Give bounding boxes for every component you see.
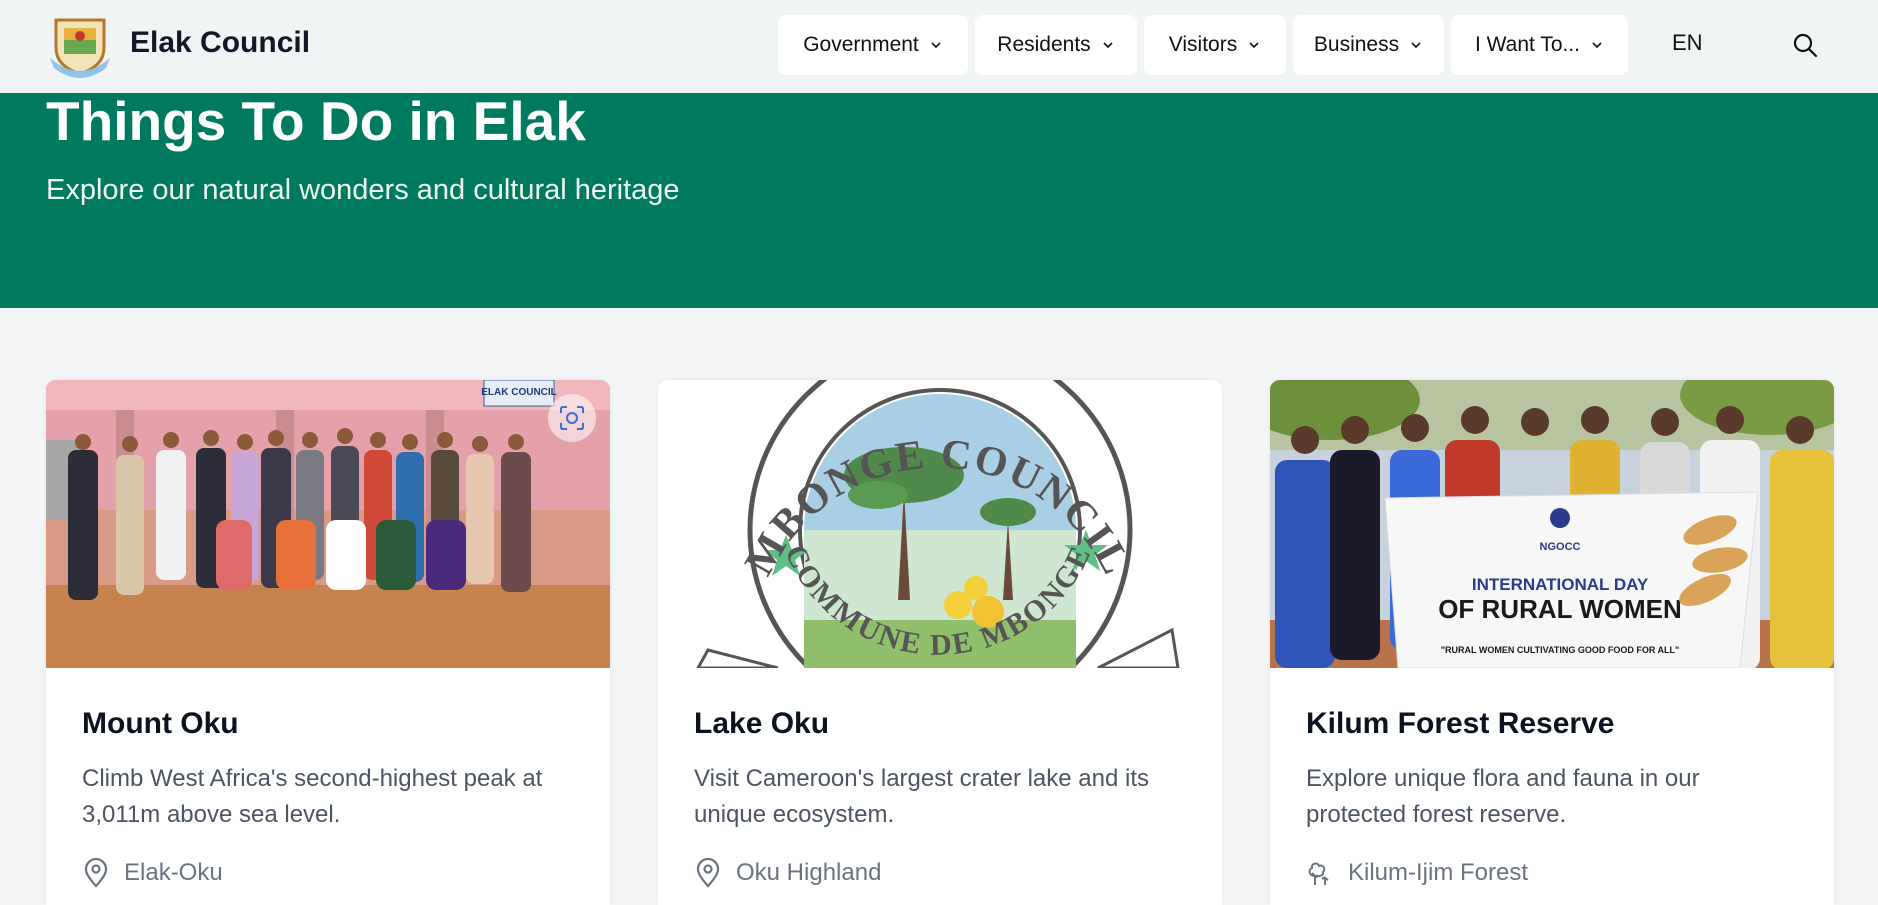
chevron-down-icon (1249, 42, 1259, 49)
brand-name[interactable]: Elak Council (130, 26, 310, 60)
search-icon[interactable] (1792, 32, 1818, 58)
card-location-label: Oku Highland (736, 859, 882, 886)
nav-residents[interactable]: Residents (975, 15, 1137, 75)
banner-line1-text: INTERNATIONAL DAY (1472, 575, 1649, 594)
rural-women-photo-image: NGOCC INTERNATIONAL DAY OF RURAL WOMEN "… (1270, 380, 1834, 668)
nav-government[interactable]: Government (778, 15, 968, 75)
council-seal-image: MBONGE COUNCIL COMMUNE DE MBONGE (658, 380, 1222, 668)
nav-i-want-to[interactable]: I Want To... (1451, 15, 1628, 75)
card-location: Elak-Oku (82, 858, 223, 888)
chevron-down-icon (931, 42, 941, 49)
chevron-down-icon (1592, 42, 1602, 49)
attraction-card-kilum-forest[interactable]: NGOCC INTERNATIONAL DAY OF RURAL WOMEN "… (1270, 380, 1834, 905)
chevron-down-icon (1103, 42, 1113, 49)
group-photo-image: ELAK COUNCIL (46, 380, 610, 668)
page-subtitle: Explore our natural wonders and cultural… (46, 174, 680, 206)
nav-residents-label: Residents (997, 33, 1091, 56)
nav-business[interactable]: Business (1293, 15, 1444, 75)
visual-search-button[interactable] (548, 394, 596, 442)
nav-i-want-to-label: I Want To... (1474, 33, 1581, 56)
card-location: Oku Highland (694, 858, 881, 888)
nav-government-label: Government (803, 33, 919, 56)
council-logo-icon[interactable] (46, 14, 114, 78)
nav-visitors-label: Visitors (1168, 33, 1238, 56)
building-sign-text: ELAK COUNCIL (481, 387, 557, 398)
card-location-label: Elak-Oku (124, 859, 223, 886)
card-description: Explore unique flora and fauna in our pr… (1306, 765, 1700, 828)
nav-business-label: Business (1313, 33, 1400, 56)
card-location-label: Kilum-Ijim Forest (1348, 859, 1529, 886)
card-title[interactable]: Lake Oku (694, 707, 829, 741)
banner-line2-text: OF RURAL WOMEN (1438, 594, 1682, 624)
nav-visitors[interactable]: Visitors (1144, 15, 1286, 75)
chevron-down-icon (1411, 42, 1421, 49)
card-location: Kilum-Ijim Forest (1306, 858, 1528, 888)
card-title[interactable]: Mount Oku (82, 707, 239, 741)
card-image: NGOCC INTERNATIONAL DAY OF RURAL WOMEN "… (1270, 380, 1834, 668)
attraction-card-lake-oku[interactable]: MBONGE COUNCIL COMMUNE DE MBONGE Lake Ok… (658, 380, 1222, 905)
card-title[interactable]: Kilum Forest Reserve (1306, 707, 1614, 741)
tree-icon (1308, 862, 1329, 885)
language-selector[interactable]: EN (1672, 30, 1703, 56)
page-title: Things To Do in Elak (46, 90, 586, 152)
lens-icon (560, 406, 584, 430)
attraction-card-mount-oku[interactable]: ELAK COUNCIL Mount Oku Climb West Africa… (46, 380, 610, 905)
banner-org-text: NGOCC (1540, 541, 1581, 553)
card-description: Climb West Africa's second-highest peak … (82, 765, 543, 828)
top-navigation-bar: Elak Council Government Residents Visito… (0, 0, 1878, 93)
card-image: ELAK COUNCIL (46, 380, 610, 668)
card-description: Visit Cameroon's largest crater lake and… (694, 765, 1150, 828)
map-pin-icon (84, 858, 108, 888)
banner-theme-text: "RURAL WOMEN CULTIVATING GOOD FOOD FOR A… (1441, 645, 1680, 655)
map-pin-icon (696, 858, 720, 888)
card-image: MBONGE COUNCIL COMMUNE DE MBONGE (658, 380, 1222, 668)
